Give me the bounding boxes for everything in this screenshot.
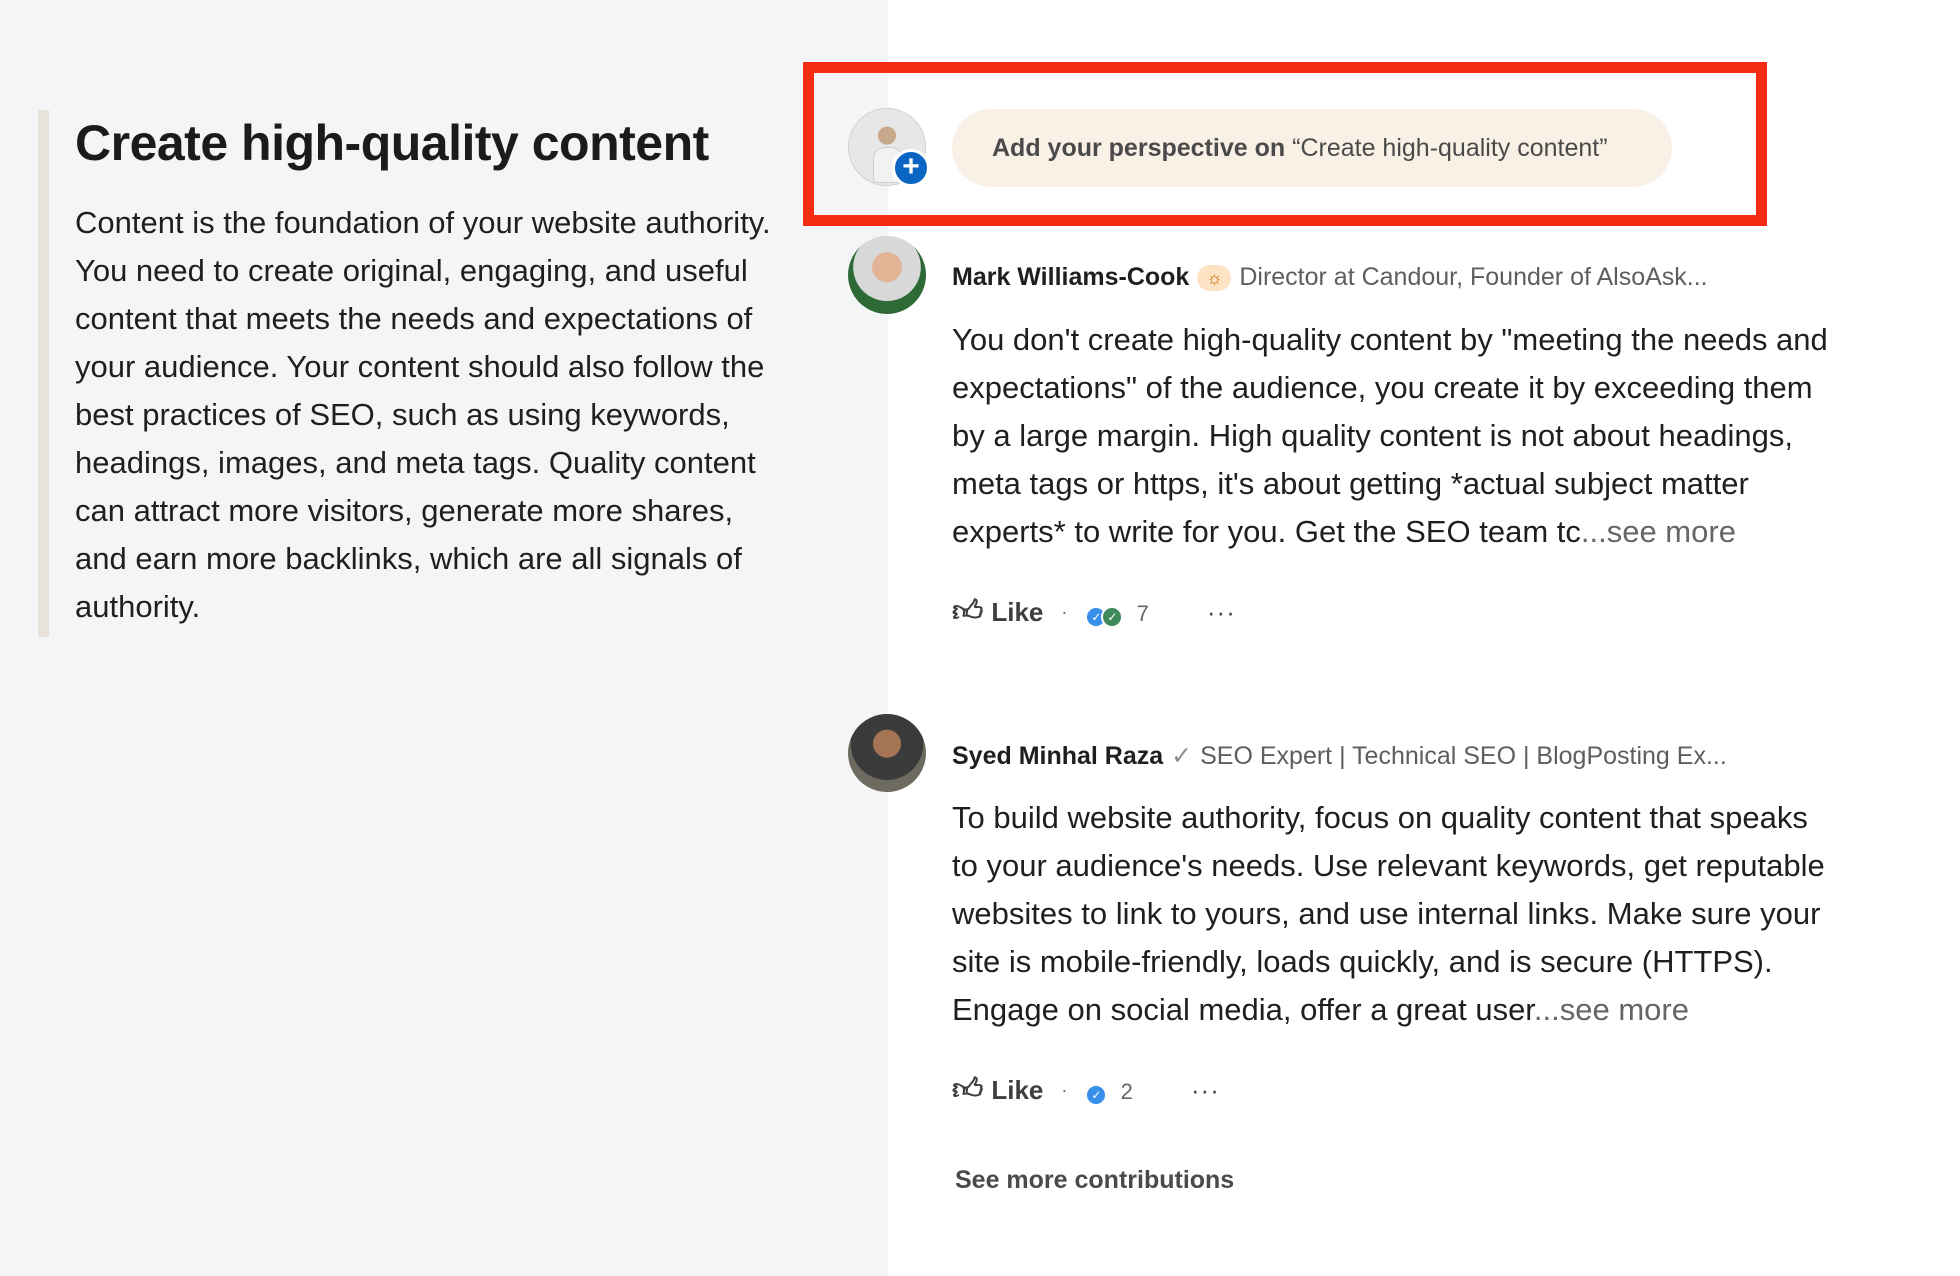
reactions-summary[interactable]: ✓ ✓ 7 xyxy=(1085,597,1149,628)
separator-dot: · xyxy=(1061,1079,1068,1100)
see-more-link[interactable]: ...see more xyxy=(1534,992,1689,1027)
author-headline: Director at Candour, Founder of AlsoAsk.… xyxy=(1239,263,1708,291)
author-line: Syed Minhal Raza ✓ SEO Expert | Technica… xyxy=(952,741,1727,771)
support-reaction-icon: ✓ xyxy=(1101,605,1124,628)
contribution-text: You don't create high-quality content by… xyxy=(952,316,1842,556)
avatar[interactable] xyxy=(848,236,926,314)
more-options-icon[interactable]: ··· xyxy=(1207,597,1236,628)
author-name[interactable]: Syed Minhal Raza xyxy=(952,742,1163,771)
avatar[interactable] xyxy=(848,714,926,792)
reactions-count: 2 xyxy=(1120,1078,1133,1104)
perspective-prompt: Add your perspective on xyxy=(992,133,1286,162)
like-button[interactable]: 👍︎ Like xyxy=(952,594,1043,630)
my-avatar[interactable]: + xyxy=(848,108,930,187)
like-reaction-icon: ✓ xyxy=(1085,1083,1108,1106)
see-more-link[interactable]: ...see more xyxy=(1581,514,1736,549)
reactions-count: 7 xyxy=(1136,600,1149,626)
contribution-actions: 👍︎ Like · ✓ 2 ··· xyxy=(952,1072,1220,1108)
like-button[interactable]: 👍︎ Like xyxy=(952,1072,1043,1108)
separator-dot: · xyxy=(1061,601,1068,622)
thumb-up-icon: 👍︎ xyxy=(952,1073,984,1106)
author-name[interactable]: Mark Williams-Cook xyxy=(952,263,1189,292)
verified-icon: ✓ xyxy=(1171,742,1193,770)
bulb-icon: ☼ xyxy=(1197,264,1232,291)
more-options-icon[interactable]: ··· xyxy=(1191,1075,1220,1106)
perspective-topic: “Create high-quality content” xyxy=(1292,133,1608,162)
add-perspective-button[interactable]: Add your perspective on “Create high-qua… xyxy=(952,109,1672,187)
contribution-actions: 👍︎ Like · ✓ ✓ 7 ··· xyxy=(952,594,1236,630)
reactions-summary[interactable]: ✓ 2 xyxy=(1085,1075,1133,1106)
plus-icon[interactable]: + xyxy=(892,149,930,187)
article-body: Content is the foundation of your websit… xyxy=(75,205,771,624)
author-headline: SEO Expert | Technical SEO | BlogPosting… xyxy=(1200,741,1727,770)
see-more-contributions-button[interactable]: See more contributions xyxy=(955,1166,1234,1195)
article-section: Create high-quality content Content is t… xyxy=(38,110,771,637)
article-title: Create high-quality content xyxy=(75,115,709,171)
like-label: Like xyxy=(991,596,1044,627)
author-line: Mark Williams-Cook ☼ Director at Candour… xyxy=(952,263,1708,292)
thumb-up-icon: 👍︎ xyxy=(952,595,984,628)
contribution-body: To build website authority, focus on qua… xyxy=(952,800,1825,1027)
like-label: Like xyxy=(991,1074,1044,1105)
contribution-text: To build website authority, focus on qua… xyxy=(952,794,1842,1034)
